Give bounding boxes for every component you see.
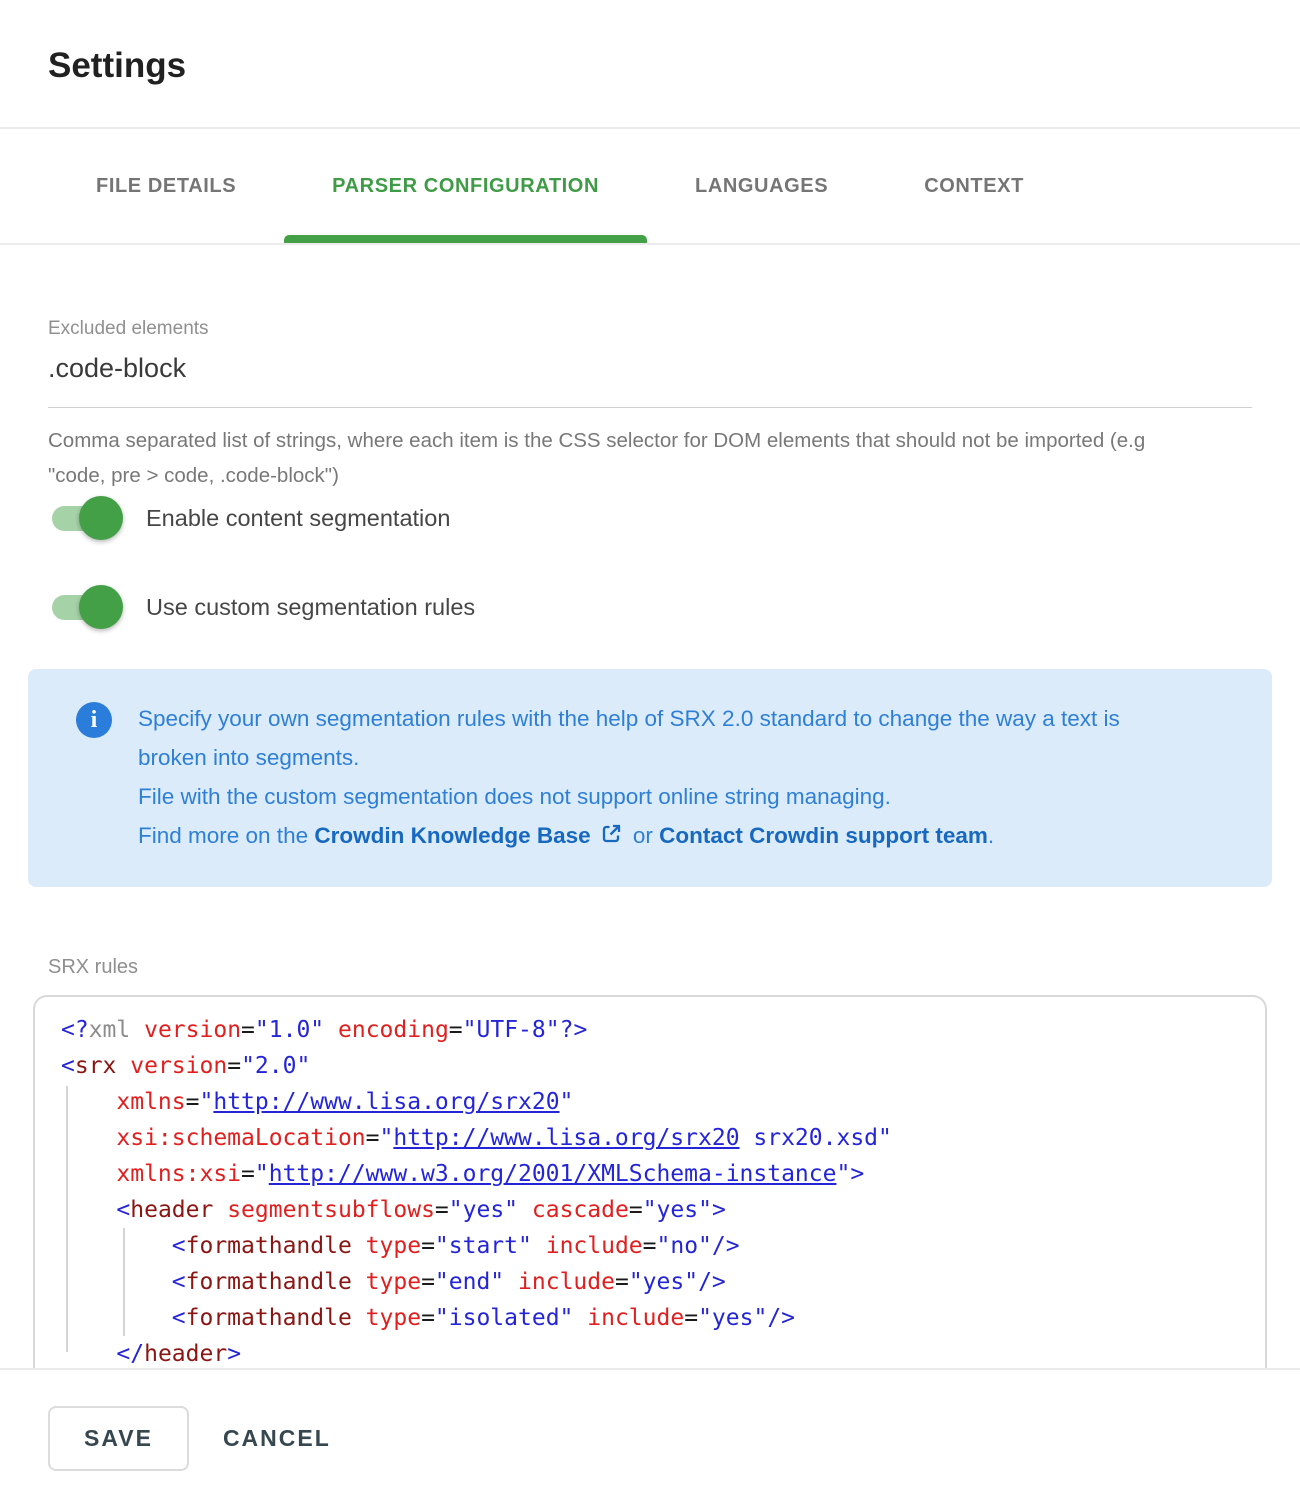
knowledge-base-link[interactable]: Crowdin Knowledge Base — [314, 823, 590, 848]
settings-tabbar: FILE DETAILS PARSER CONFIGURATION LANGUA… — [0, 129, 1300, 243]
content-segmentation-toggle-row: Enable content segmentation — [48, 496, 1252, 540]
info-box-text: Specify your own segmentation rules with… — [138, 699, 1138, 858]
save-button[interactable]: SAVE — [48, 1406, 189, 1471]
divider — [0, 243, 1300, 245]
toggle-label: Enable content segmentation — [146, 505, 450, 532]
cancel-button[interactable]: CANCEL — [223, 1408, 331, 1469]
custom-rules-toggle-row: Use custom segmentation rules — [48, 585, 1252, 629]
code-line: <formathandle type="start" include="no"/… — [61, 1228, 1265, 1264]
info-paragraph: Specify your own segmentation rules with… — [138, 699, 1138, 777]
dialog-footer: SAVE CANCEL — [0, 1370, 1300, 1498]
page-title: Settings — [48, 46, 1252, 86]
code-line: <srx version="2.0" — [61, 1048, 1265, 1084]
info-icon: i — [76, 702, 112, 738]
info-paragraph: File with the custom segmentation does n… — [138, 777, 1138, 816]
find-more-prefix: Find more on the — [138, 823, 314, 848]
input-underline — [48, 407, 1252, 408]
support-team-link[interactable]: Contact Crowdin support team — [659, 823, 988, 848]
info-box: i Specify your own segmentation rules wi… — [28, 669, 1272, 887]
code-lines: <?xml version="1.0" encoding="UTF-8"?><s… — [61, 1012, 1265, 1368]
toggle-label: Use custom segmentation rules — [146, 594, 475, 621]
code-line: </header> — [61, 1336, 1265, 1368]
active-tab-indicator — [284, 235, 647, 243]
tab-parser-configuration[interactable]: PARSER CONFIGURATION — [284, 129, 647, 243]
code-line: xsi:schemaLocation="http://www.lisa.org/… — [61, 1120, 1265, 1156]
tab-languages[interactable]: LANGUAGES — [647, 129, 876, 243]
excluded-elements-help: Comma separated list of strings, where e… — [48, 423, 1198, 493]
tab-label: PARSER CONFIGURATION — [332, 175, 599, 198]
dialog-header: Settings — [0, 0, 1300, 86]
code-line: <?xml version="1.0" encoding="UTF-8"?> — [61, 1012, 1265, 1048]
external-link-icon[interactable] — [599, 819, 623, 858]
content-segmentation-toggle[interactable] — [52, 506, 112, 531]
excluded-elements-label: Excluded elements — [48, 317, 1252, 340]
code-line: <formathandle type="end" include="yes"/> — [61, 1264, 1265, 1300]
tab-file-details[interactable]: FILE DETAILS — [48, 129, 284, 243]
custom-segmentation-rules-toggle[interactable] — [52, 595, 112, 620]
tab-label: LANGUAGES — [695, 175, 828, 198]
indent-guide — [123, 1228, 125, 1336]
code-line: xmlns:xsi="http://www.w3.org/2001/XMLSch… — [61, 1156, 1265, 1192]
tab-label: FILE DETAILS — [96, 175, 236, 198]
toggle-knob — [79, 585, 123, 629]
code-line: <formathandle type="isolated" include="y… — [61, 1300, 1265, 1336]
tab-label: CONTEXT — [924, 175, 1024, 198]
excluded-elements-input[interactable]: .code-block — [48, 353, 1252, 384]
find-more-middle: or — [627, 823, 660, 848]
code-line: xmlns="http://www.lisa.org/srx20" — [61, 1084, 1265, 1120]
find-more-suffix: . — [988, 823, 994, 848]
toggle-knob — [79, 496, 123, 540]
parser-configuration-panel: Excluded elements .code-block Comma sepa… — [0, 317, 1300, 1368]
info-find-more-line: Find more on the Crowdin Knowledge Base … — [138, 816, 1138, 858]
code-line: <header segmentsubflows="yes" cascade="y… — [61, 1192, 1265, 1228]
srx-code-editor[interactable]: <?xml version="1.0" encoding="UTF-8"?><s… — [33, 995, 1267, 1368]
tab-context[interactable]: CONTEXT — [876, 129, 1072, 243]
indent-guide — [66, 1086, 68, 1352]
srx-rules-label: SRX rules — [48, 955, 1252, 979]
